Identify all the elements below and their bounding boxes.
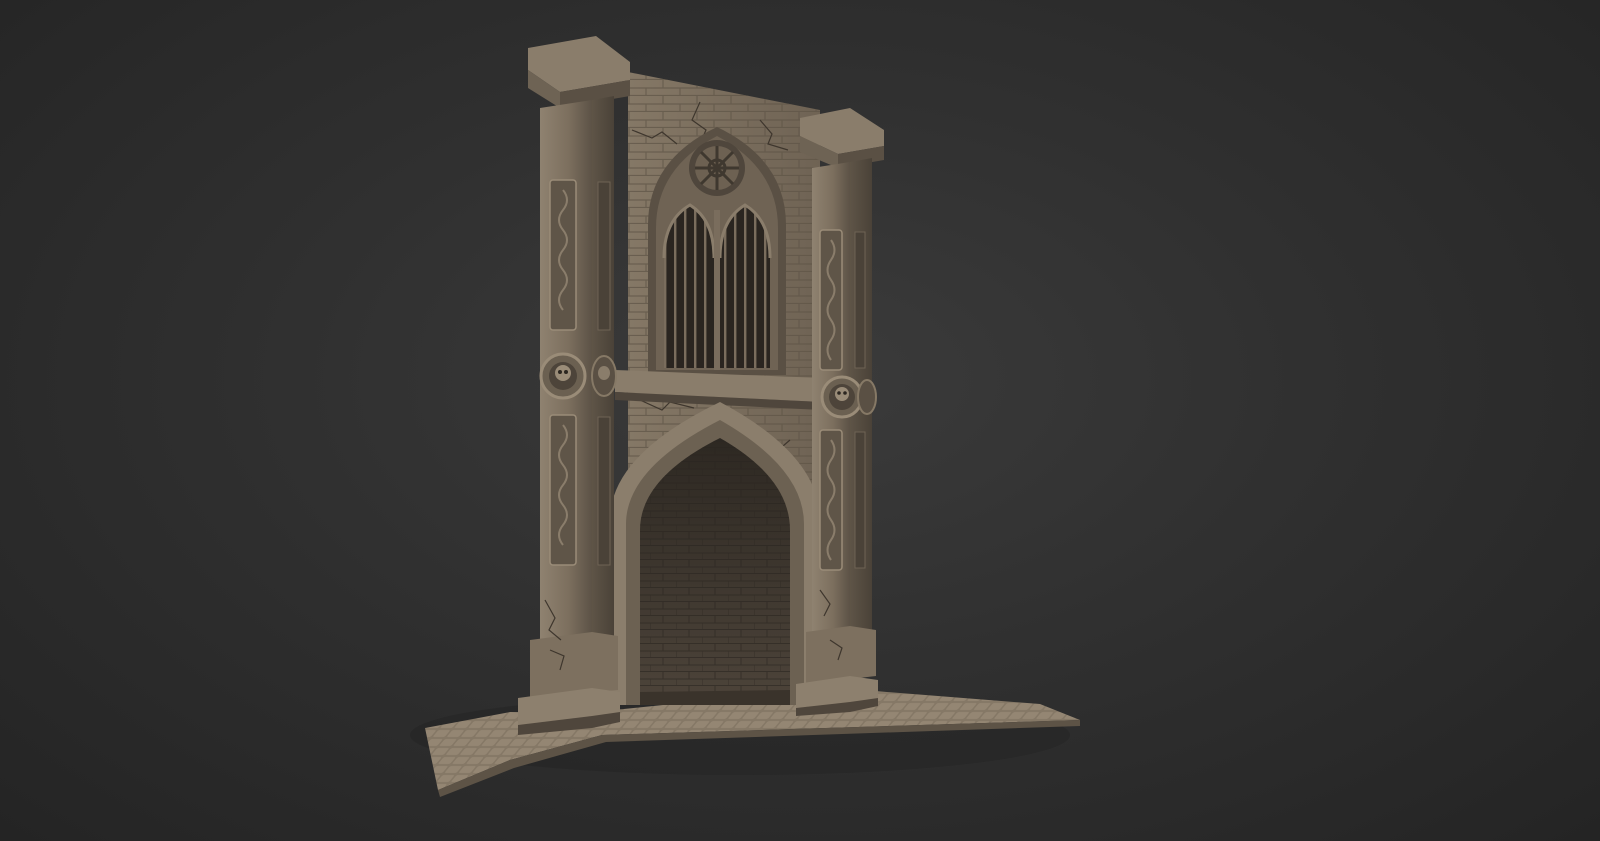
skull-medallion [820,375,864,419]
skull-medallion [539,352,587,400]
skull-medallion [591,355,617,397]
3d-viewport[interactable] [0,0,1600,841]
left-pillar [518,36,630,735]
gothic-window [648,127,786,375]
gothic-arch-model [410,36,1080,797]
